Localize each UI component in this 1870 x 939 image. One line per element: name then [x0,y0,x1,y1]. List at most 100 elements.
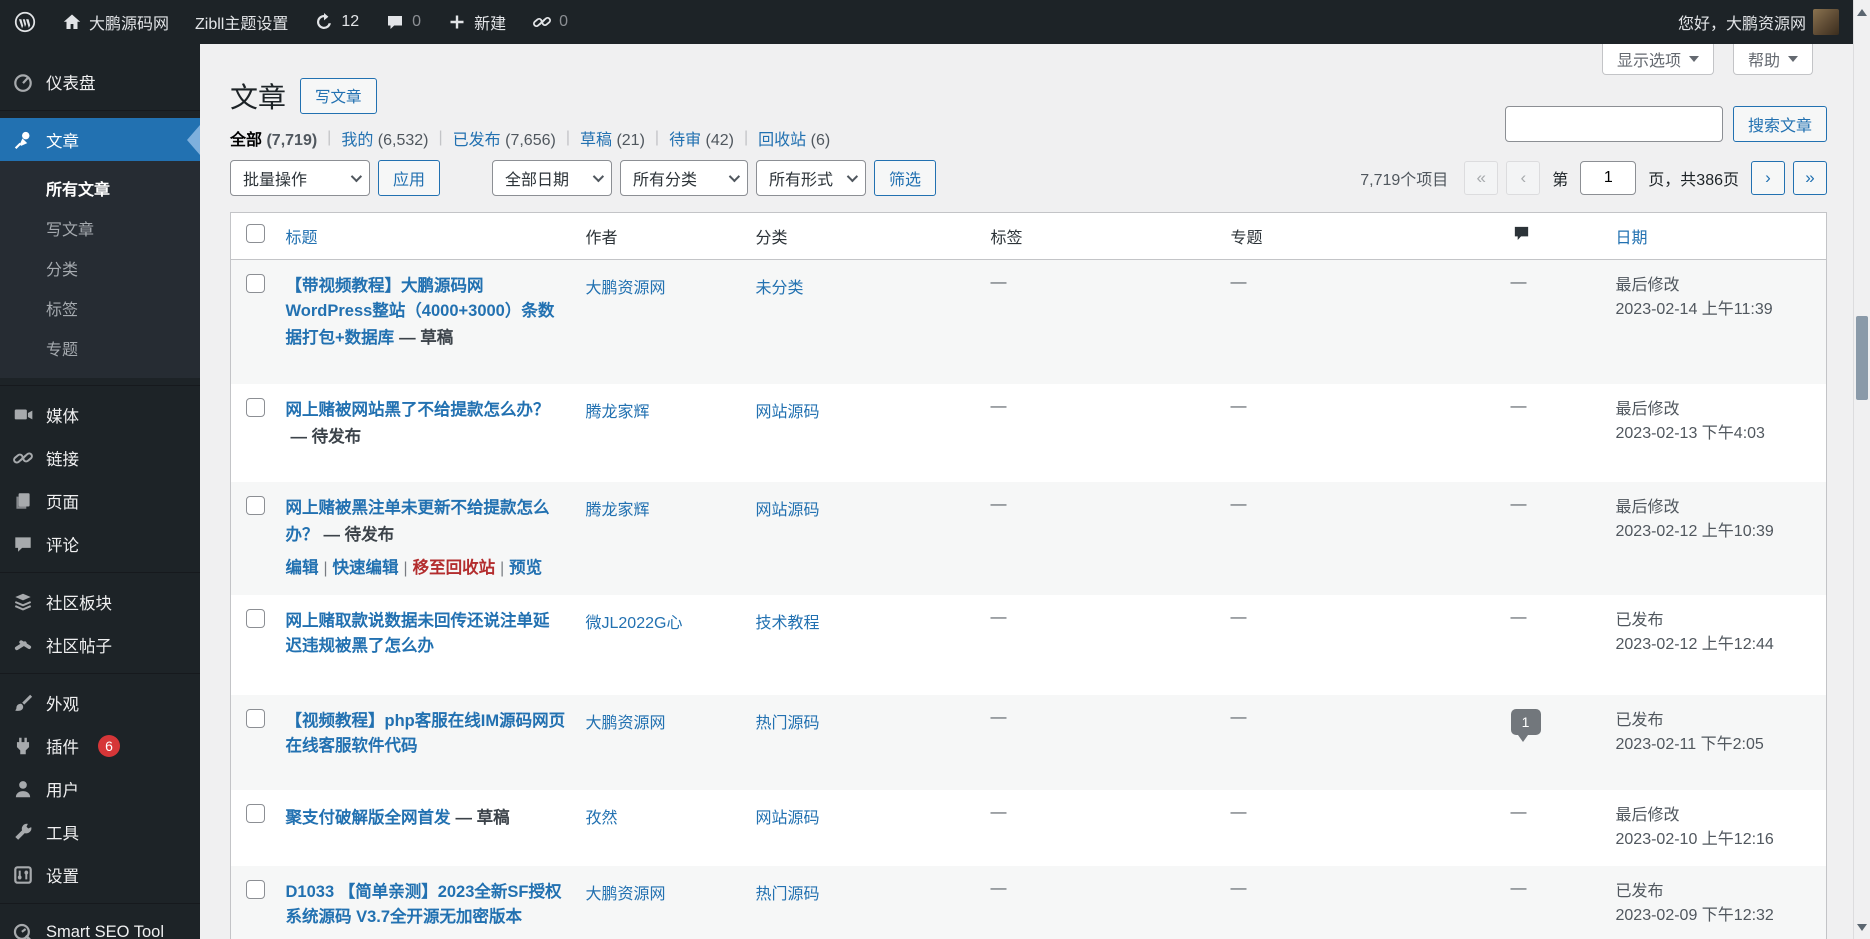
date-value: 2023-02-09 下午12:32 [1615,906,1774,924]
account-menu[interactable]: 您好，大鹏资源网 [1678,9,1839,35]
author-link[interactable]: 腾龙家辉 [586,404,650,421]
sidebar-item-pages[interactable]: 页面 [0,479,200,522]
filter-button[interactable]: 筛选 [874,160,937,196]
sidebar-item-posts[interactable]: 文章 [0,118,200,161]
post-state: — 待发布 [323,525,395,544]
next-page-button[interactable]: › [1751,161,1785,195]
row-checkbox[interactable] [246,397,265,417]
sidebar-item-appearance[interactable]: 外观 [0,681,200,724]
post-title-link[interactable]: 聚支付破解版全网首发 [286,809,451,827]
site-name-link[interactable]: 大鹏源码网 [62,10,169,34]
apply-button[interactable]: 应用 [378,160,441,196]
category-link[interactable]: 热门源码 [756,715,820,732]
author-link[interactable]: 大鹏资源网 [586,886,666,903]
sidebar-item-community-forums[interactable]: 社区板块 [0,580,200,623]
add-new-post-button[interactable]: 写文章 [300,78,377,114]
post-title-link[interactable]: D1033 【简单亲测】2023全新SF授权系统源码 V3.7全开源无加密版本 [286,883,562,926]
sidebar-item-dashboard[interactable]: 仪表盘 [0,60,200,103]
sidebar-item-label: 评论 [46,536,79,555]
vertical-scrollbar[interactable] [1853,0,1870,939]
first-page-button[interactable]: « [1464,161,1499,195]
screen-options-button[interactable]: 显示选项 [1601,44,1714,75]
comment-count-value: — [1510,274,1527,291]
sidebar-item-community-posts[interactable]: 社区帖子 [0,623,200,666]
search-posts-button[interactable]: 搜索文章 [1732,106,1827,142]
page-suffix-label: 页，共386页 [1648,172,1739,189]
date-filter-select[interactable]: 全部日期 [492,160,613,196]
status-link-all[interactable]: 全部 (7,719) [230,126,317,150]
sidebar-item-comments[interactable]: 评论 [0,522,200,565]
updates-link[interactable]: 12 [314,12,359,32]
format-filter-select[interactable]: 所有形式 [756,160,867,196]
submenu-categories[interactable]: 分类 [0,248,200,288]
edit-link[interactable]: 编辑 [286,559,319,577]
last-page-button[interactable]: » [1793,161,1827,195]
column-header-title[interactable]: 标题 [275,212,576,260]
author-link[interactable]: 腾龙家辉 [586,502,650,519]
author-link[interactable]: 大鹏资源网 [586,715,666,732]
category-filter-select[interactable]: 所有分类 [620,160,749,196]
sidebar-item-label: 页面 [46,493,79,512]
row-checkbox[interactable] [246,274,265,293]
links-status-item[interactable]: 0 [532,12,568,32]
date-status: 已发布 [1615,611,1664,629]
sidebar-item-smart-seo-tool[interactable]: Smart SEO Tool [0,911,200,939]
status-link-mine[interactable]: 我的 (6,532) [341,126,428,150]
author-link[interactable]: 孜然 [586,810,618,827]
scroll-down-arrow[interactable] [1854,917,1870,937]
scrollbar-thumb[interactable] [1856,316,1868,400]
sidebar-item-label: 设置 [46,867,79,886]
select-all-checkbox[interactable] [246,224,265,243]
category-link[interactable]: 技术教程 [756,615,820,632]
preview-link[interactable]: 预览 [509,559,542,577]
category-link[interactable]: 热门源码 [756,886,820,903]
row-checkbox[interactable] [246,608,265,628]
chevron-down-icon [1688,56,1699,62]
trash-link[interactable]: 移至回收站 [413,559,496,577]
submenu-all-posts[interactable]: 所有文章 [0,168,200,208]
category-link[interactable]: 网站源码 [756,404,820,421]
submenu-tags[interactable]: 标签 [0,288,200,328]
row-checkbox[interactable] [246,803,265,823]
column-header-date[interactable]: 日期 [1605,212,1827,260]
submenu-topics[interactable]: 专题 [0,328,200,368]
quick-edit-link[interactable]: 快速编辑 [333,559,399,577]
search-input[interactable] [1504,106,1723,142]
category-link[interactable]: 网站源码 [756,502,820,519]
status-link-published[interactable]: 已发布 (7,656) [453,126,556,150]
current-page-input[interactable] [1580,161,1637,195]
sidebar-item-media[interactable]: 媒体 [0,393,200,436]
zibll-theme-settings-link[interactable]: Zibll主题设置 [195,10,288,34]
bulk-action-select[interactable]: 批量操作 [230,160,370,196]
comments-icon [15,536,31,552]
status-link-pending[interactable]: 待审 (42) [669,126,734,150]
category-link[interactable]: 网站源码 [756,810,820,827]
sidebar-item-label: 用户 [46,781,79,800]
comment-count-bubble[interactable]: 1 [1510,708,1541,742]
layers-icon [14,593,32,610]
sidebar-item-links[interactable]: 链接 [0,436,200,479]
row-checkbox[interactable] [246,708,265,728]
post-title-link[interactable]: 【视频教程】php客服在线IM源码网页在线客服软件代码 [286,712,566,755]
author-link[interactable]: 微JL2022G心 [586,615,683,632]
sidebar-item-users[interactable]: 用户 [0,767,200,810]
category-link[interactable]: 未分类 [756,280,804,297]
help-button[interactable]: 帮助 [1732,44,1813,75]
post-title-link[interactable]: 网上赌取款说数据未回传还说注单延迟违规被黑了怎么办 [286,612,550,655]
row-checkbox[interactable] [246,495,265,515]
author-link[interactable]: 大鹏资源网 [586,280,666,297]
wordpress-logo-icon[interactable] [14,11,36,33]
sidebar-item-tools[interactable]: 工具 [0,810,200,853]
sidebar-item-plugins[interactable]: 插件 6 [0,724,200,767]
comments-link[interactable]: 0 [385,12,421,32]
status-link-draft[interactable]: 草稿 (21) [580,126,645,150]
post-title-link[interactable]: 网上赌被网站黑了不给提款怎么办？ [286,401,550,419]
dashboard-icon [14,73,32,92]
row-checkbox[interactable] [246,879,265,899]
new-content-link[interactable]: 新建 [447,10,506,34]
status-link-trash[interactable]: 回收站 (6) [758,126,830,150]
prev-page-button[interactable]: ‹ [1506,161,1541,195]
submenu-new-post[interactable]: 写文章 [0,208,200,248]
sidebar-item-settings[interactable]: 设置 [0,853,200,896]
scroll-up-arrow[interactable] [1854,2,1870,22]
